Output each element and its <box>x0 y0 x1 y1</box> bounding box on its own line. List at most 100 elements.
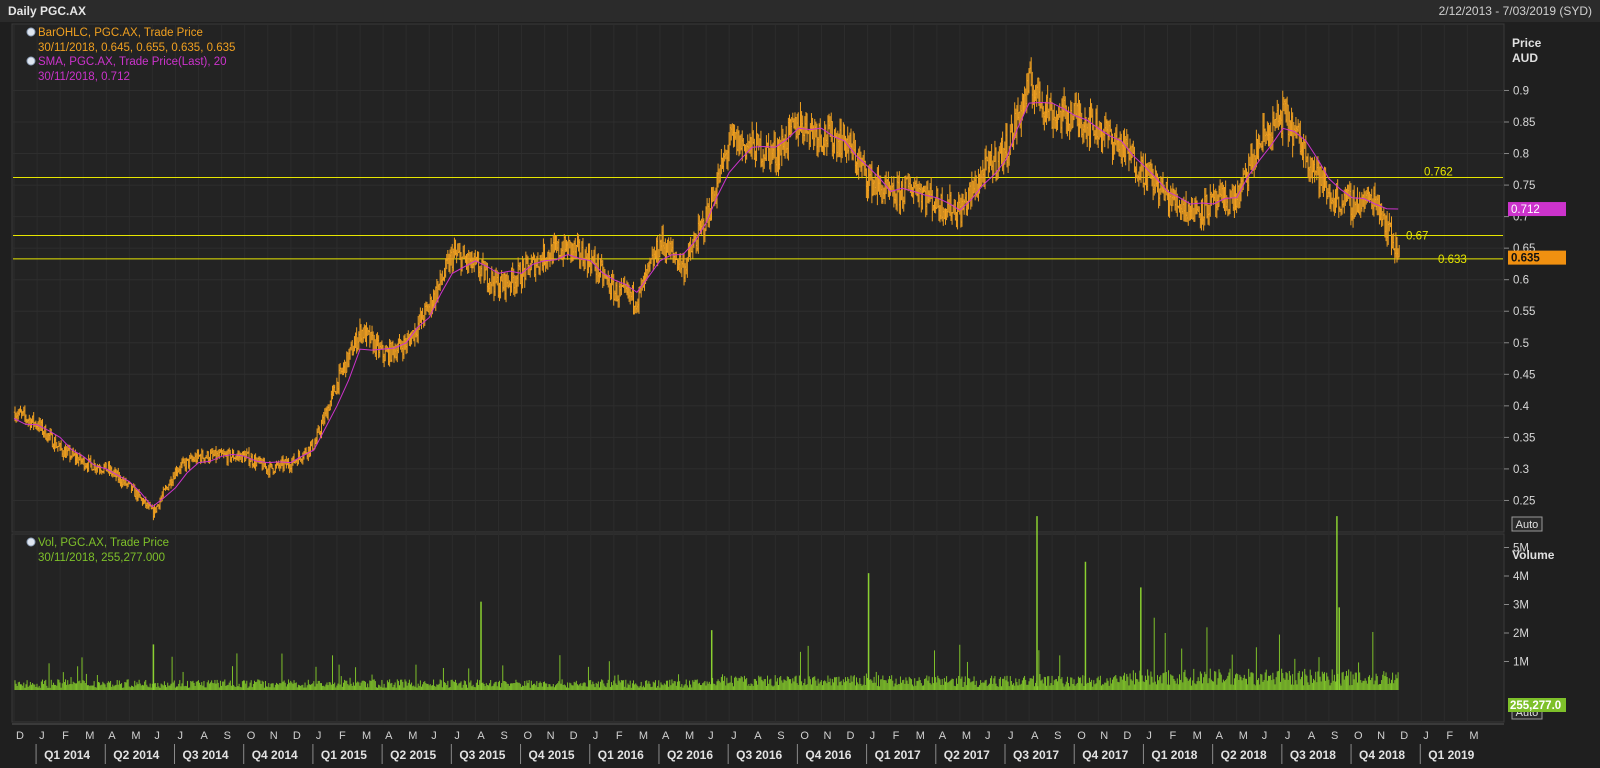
date-range: 2/12/2013 - 7/03/2019 (SYD) <box>1438 4 1592 18</box>
month-label: A <box>662 730 670 742</box>
volume-tick-label: 2M <box>1513 628 1529 640</box>
month-label: M <box>916 730 925 742</box>
quarter-label: Q4 2015 <box>529 748 575 762</box>
ohlc-legend-title: BarOHLC, PGC.AX, Trade Price <box>38 27 203 39</box>
ohlc-legend-values: 30/11/2018, 0.645, 0.655, 0.635, 0.635 <box>38 42 235 54</box>
month-label: S <box>777 730 784 742</box>
price-tick-label: 0.35 <box>1513 432 1535 444</box>
volume-legend-values: 30/11/2018, 255,277.000 <box>38 552 165 564</box>
month-label: A <box>1308 730 1316 742</box>
quarter-label: Q4 2018 <box>1359 748 1405 762</box>
chart-title: Daily PGC.AX <box>8 4 87 18</box>
month-label: A <box>1216 730 1224 742</box>
month-label: A <box>754 730 762 742</box>
month-label: J <box>1146 730 1152 742</box>
month-label: M <box>408 730 417 742</box>
month-label: M <box>639 730 648 742</box>
month-label: J <box>316 730 322 742</box>
month-label: O <box>1077 730 1086 742</box>
month-label: A <box>1031 730 1039 742</box>
month-label: M <box>962 730 971 742</box>
quarter-label: Q1 2018 <box>1151 748 1197 762</box>
month-label: M <box>1193 730 1202 742</box>
quarter-label: Q2 2015 <box>390 748 436 762</box>
month-label: F <box>616 730 623 742</box>
month-label: A <box>201 730 209 742</box>
month-label: D <box>570 730 578 742</box>
level-label-067: 0.67 <box>1406 231 1428 243</box>
price-tick-label: 0.55 <box>1513 306 1535 318</box>
month-label: J <box>708 730 714 742</box>
month-label: S <box>500 730 507 742</box>
month-label: J <box>1285 730 1291 742</box>
month-label: D <box>847 730 855 742</box>
month-label: F <box>62 730 69 742</box>
quarter-label: Q1 2014 <box>44 748 90 762</box>
price-tick-label: 0.4 <box>1513 401 1530 413</box>
price-tick-label: 0.85 <box>1513 117 1535 129</box>
quarter-label: Q1 2016 <box>598 748 644 762</box>
last-volume-tag: 255,277.0 <box>1508 698 1566 712</box>
month-label: A <box>939 730 947 742</box>
month-label: D <box>1123 730 1131 742</box>
quarter-label: Q2 2018 <box>1221 748 1267 762</box>
volume-tick-label: 4M <box>1513 571 1529 583</box>
month-label: N <box>1377 730 1385 742</box>
sma-price-tag: 0.712 <box>1508 202 1566 217</box>
price-axis-title: Price <box>1512 36 1542 50</box>
month-label: N <box>823 730 831 742</box>
level-label-0633: 0.633 <box>1438 254 1467 266</box>
eye-icon <box>26 537 36 547</box>
month-label: S <box>1331 730 1338 742</box>
month-label: F <box>339 730 346 742</box>
month-label: J <box>177 730 183 742</box>
sma-legend-title: SMA, PGC.AX, Trade Price(Last), 20 <box>38 56 227 68</box>
level-label-0762: 0.762 <box>1424 167 1453 179</box>
quarter-label: Q2 2014 <box>113 748 159 762</box>
month-label: J <box>731 730 737 742</box>
month-label: J <box>1262 730 1268 742</box>
volume-axis-title: Volume <box>1512 548 1555 562</box>
month-label: A <box>108 730 116 742</box>
month-label: M <box>685 730 694 742</box>
month-label: F <box>1446 730 1453 742</box>
volume-legend-title: Vol, PGC.AX, Trade Price <box>38 537 169 549</box>
month-label: M <box>1469 730 1478 742</box>
month-label: D <box>1400 730 1408 742</box>
volume-panel[interactable] <box>11 533 1505 723</box>
title-bar: Daily PGC.AX 2/12/2013 - 7/03/2019 (SYD) <box>0 0 1600 23</box>
sma-legend-values: 30/11/2018, 0.712 <box>38 71 130 83</box>
month-label: A <box>477 730 485 742</box>
month-label: J <box>431 730 437 742</box>
quarter-label: Q3 2018 <box>1290 748 1336 762</box>
month-label: S <box>1054 730 1061 742</box>
month-label: J <box>454 730 460 742</box>
month-label: M <box>131 730 140 742</box>
price-tick-label: 0.45 <box>1513 369 1535 381</box>
month-label: J <box>985 730 991 742</box>
month-label: J <box>1008 730 1014 742</box>
month-label: J <box>39 730 45 742</box>
month-label: O <box>800 730 809 742</box>
month-label: M <box>85 730 94 742</box>
chart-area[interactable]: 0.250.30.350.40.450.50.550.60.650.70.750… <box>0 22 1600 768</box>
quarter-label: Q4 2016 <box>805 748 851 762</box>
quarter-label: Q3 2015 <box>459 748 505 762</box>
month-label: M <box>1239 730 1248 742</box>
price-tick-label: 0.3 <box>1513 464 1529 476</box>
month-label: O <box>524 730 533 742</box>
quarter-label: Q3 2014 <box>182 748 228 762</box>
month-label: A <box>385 730 393 742</box>
month-label: S <box>224 730 231 742</box>
month-label: N <box>547 730 555 742</box>
month-label: F <box>893 730 900 742</box>
quarter-label: Q4 2017 <box>1082 748 1128 762</box>
month-label: D <box>16 730 24 742</box>
month-label: O <box>247 730 256 742</box>
month-label: J <box>870 730 876 742</box>
price-tick-label: 0.6 <box>1513 275 1529 287</box>
quarter-label: Q4 2014 <box>252 748 298 762</box>
volume-tick-label: 3M <box>1513 600 1529 612</box>
price-axis-unit: AUD <box>1512 51 1538 65</box>
price-auto-button[interactable]: Auto <box>1511 516 1543 532</box>
